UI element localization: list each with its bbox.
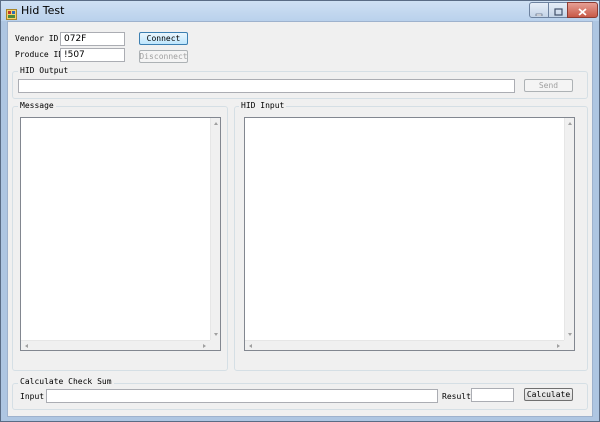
scroll-up-arrow-icon[interactable] [214, 122, 218, 125]
send-button[interactable]: Send [524, 79, 573, 92]
hid-output-field[interactable] [18, 79, 515, 93]
checksum-input-field[interactable] [46, 389, 438, 403]
scroll-corner [210, 340, 220, 350]
hid-input-group-label: HID Input [239, 101, 287, 110]
vendor-id-field[interactable]: 072F [60, 32, 125, 46]
product-id-field[interactable]: !507 [60, 48, 125, 62]
app-icon [6, 5, 17, 20]
close-button[interactable] [567, 2, 598, 18]
minimize-button[interactable] [529, 2, 549, 18]
hid-input-horizontal-scrollbar[interactable] [245, 340, 564, 350]
scroll-left-arrow-icon[interactable] [249, 344, 252, 348]
scroll-up-arrow-icon[interactable] [568, 122, 572, 125]
disconnect-button[interactable]: Disconnect [139, 50, 188, 63]
client-area: Vendor ID: 072F Produce ID: !507 Connect… [7, 21, 593, 417]
connect-button[interactable]: Connect [139, 32, 188, 45]
close-icon [578, 1, 587, 20]
checksum-group-label: Calculate Check Sum [18, 377, 114, 386]
scroll-right-arrow-icon[interactable] [203, 344, 206, 348]
hid-input-vertical-scrollbar[interactable] [564, 118, 574, 340]
hid-input-list[interactable] [244, 117, 575, 351]
window-title: Hid Test [21, 4, 65, 17]
main-window: Hid Test Vendor ID: 072F Produce ID: !50… [0, 0, 600, 422]
minimize-icon [535, 1, 543, 20]
scroll-down-arrow-icon[interactable] [214, 333, 218, 336]
scroll-down-arrow-icon[interactable] [568, 333, 572, 336]
title-bar[interactable]: Hid Test [1, 1, 599, 21]
message-list[interactable] [20, 117, 221, 351]
calculate-button[interactable]: Calculate [524, 388, 573, 401]
scroll-left-arrow-icon[interactable] [25, 344, 28, 348]
result-field[interactable] [471, 388, 514, 402]
maximize-icon [553, 1, 563, 20]
message-vertical-scrollbar[interactable] [210, 118, 220, 340]
vendor-id-label: Vendor ID: [15, 34, 64, 43]
scroll-corner [564, 340, 574, 350]
message-horizontal-scrollbar[interactable] [21, 340, 210, 350]
checksum-input-label: Input: [20, 392, 49, 401]
scroll-right-arrow-icon[interactable] [557, 344, 560, 348]
hid-output-group-label: HID Output [18, 66, 71, 75]
message-group-label: Message [18, 101, 56, 110]
maximize-button[interactable] [548, 2, 568, 18]
